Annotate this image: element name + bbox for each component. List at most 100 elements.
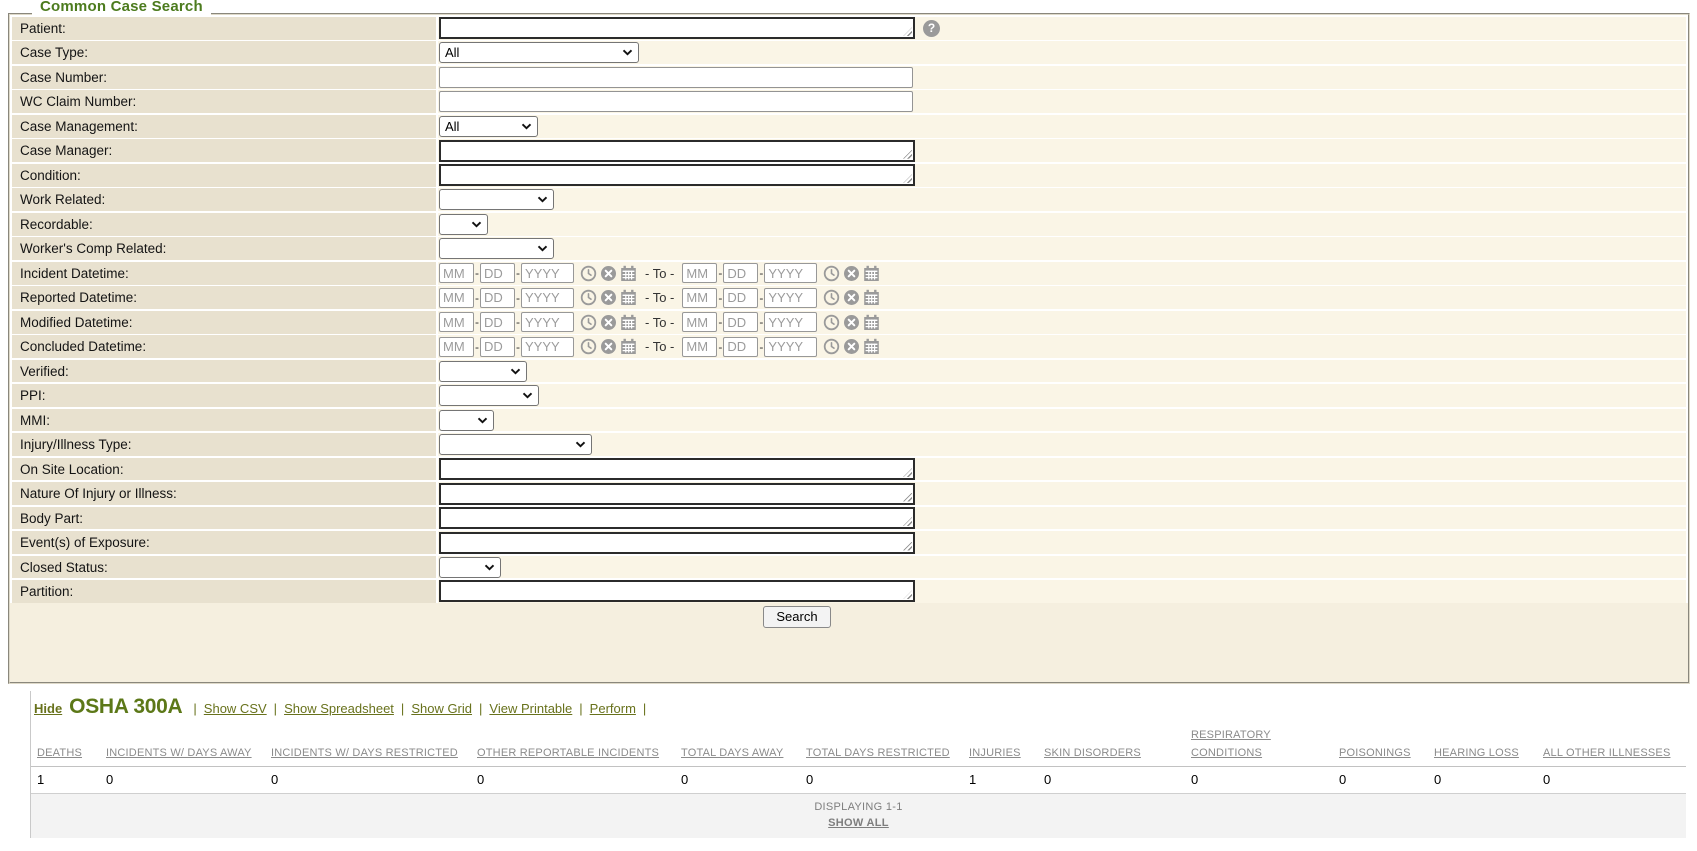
concluded-datetime-to-mm-input[interactable]	[682, 336, 718, 357]
case-type-select[interactable]: All	[439, 42, 639, 64]
calendar-icon[interactable]	[620, 265, 637, 282]
clear-date-icon[interactable]	[843, 265, 860, 282]
concluded-datetime-from-mm-input[interactable]	[439, 336, 474, 357]
calendar-icon[interactable]	[620, 314, 637, 331]
calendar-icon[interactable]	[863, 338, 880, 355]
case-management-select[interactable]: All	[439, 115, 538, 137]
sort-link-hearing-loss[interactable]: HEARING LOSS	[1434, 747, 1519, 759]
time-picker-icon[interactable]	[580, 265, 597, 282]
clear-date-icon[interactable]	[600, 338, 617, 355]
clear-date-icon[interactable]	[600, 289, 617, 306]
reported-datetime-to-yyyy-input[interactable]	[764, 287, 818, 308]
concluded-datetime-from-yyyy-input[interactable]	[521, 336, 574, 357]
sort-link-total-days-away[interactable]: TOTAL DAYS AWAY	[681, 747, 783, 759]
clear-date-icon[interactable]	[843, 289, 860, 306]
sort-link-respiratory-conditions[interactable]: RESPIRATORY CONDITIONS	[1191, 729, 1271, 759]
body-part-textarea-field[interactable]	[441, 509, 913, 528]
time-picker-icon[interactable]	[823, 289, 840, 306]
verified-select[interactable]	[439, 360, 527, 382]
mmi-select[interactable]	[439, 409, 494, 431]
modified-datetime-from-mm-input[interactable]	[439, 312, 474, 333]
modified-datetime-to-dd-input[interactable]	[723, 312, 759, 333]
recordable-select[interactable]	[439, 213, 488, 235]
osha-link-show-grid[interactable]: Show Grid	[411, 701, 472, 716]
patient-textarea[interactable]	[439, 17, 915, 40]
wc-claim-number-input[interactable]	[439, 91, 913, 113]
case-manager-textarea-field[interactable]	[441, 141, 913, 160]
reported-datetime-from-mm-input[interactable]	[439, 287, 474, 308]
time-picker-icon[interactable]	[580, 289, 597, 306]
reported-datetime-to-dd-input[interactable]	[723, 287, 759, 308]
sort-link-incidents-w-days-restricted[interactable]: INCIDENTS W/ DAYS RESTRICTED	[271, 747, 458, 759]
clear-date-icon[interactable]	[600, 265, 617, 282]
show-all-link[interactable]: SHOW ALL	[828, 817, 889, 829]
clear-date-icon[interactable]	[843, 314, 860, 331]
search-button[interactable]: Search	[763, 605, 831, 628]
body-part-textarea[interactable]	[439, 507, 915, 530]
concluded-datetime-to-yyyy-input[interactable]	[764, 336, 818, 357]
reported-datetime-to-mm-input[interactable]	[682, 287, 718, 308]
sort-link-other-reportable-incidents[interactable]: OTHER REPORTABLE INCIDENTS	[477, 747, 659, 759]
sort-link-incidents-w-days-away[interactable]: INCIDENTS W/ DAYS AWAY	[106, 747, 252, 759]
case-number-input[interactable]	[439, 66, 913, 88]
hide-link[interactable]: Hide	[34, 701, 62, 716]
modified-datetime-from-yyyy-input[interactable]	[521, 312, 574, 333]
concluded-datetime-to-dd-input[interactable]	[723, 336, 759, 357]
modified-datetime-to-yyyy-input[interactable]	[764, 312, 818, 333]
help-icon[interactable]: ?	[923, 19, 940, 37]
partition-textarea-field[interactable]	[441, 582, 913, 601]
calendar-icon[interactable]	[863, 314, 880, 331]
workers-comp-related-select[interactable]	[439, 238, 554, 260]
calendar-icon[interactable]	[863, 289, 880, 306]
time-picker-icon[interactable]	[823, 338, 840, 355]
clear-date-icon[interactable]	[600, 314, 617, 331]
incident-datetime-to-yyyy-input[interactable]	[764, 263, 818, 284]
time-picker-icon[interactable]	[823, 265, 840, 282]
modified-datetime-to-mm-input[interactable]	[682, 312, 718, 333]
concluded-datetime-from-dd-input[interactable]	[480, 336, 515, 357]
on-site-location-textarea[interactable]	[439, 458, 915, 481]
partition-textarea[interactable]	[439, 580, 915, 603]
sort-link-skin-disorders[interactable]: SKIN DISORDERS	[1044, 747, 1141, 759]
ppi-select[interactable]	[439, 385, 539, 407]
date-dash-separator: -	[759, 315, 764, 330]
time-picker-icon[interactable]	[580, 314, 597, 331]
sort-link-deaths[interactable]: DEATHS	[37, 747, 82, 759]
reported-datetime-from-yyyy-input[interactable]	[521, 287, 574, 308]
sort-link-injuries[interactable]: INJURIES	[969, 747, 1021, 759]
patient-textarea-field[interactable]	[441, 19, 913, 38]
calendar-icon[interactable]	[863, 265, 880, 282]
osha-link-perform[interactable]: Perform	[590, 701, 636, 716]
osha-link-show-spreadsheet[interactable]: Show Spreadsheet	[284, 701, 394, 716]
sort-link-total-days-restricted[interactable]: TOTAL DAYS RESTRICTED	[806, 747, 950, 759]
condition-textarea-field[interactable]	[441, 166, 913, 185]
incident-datetime-from-mm-input[interactable]	[439, 263, 474, 284]
events-of-exposure-textarea[interactable]	[439, 531, 915, 554]
incident-datetime-to-dd-input[interactable]	[723, 263, 759, 284]
clear-date-icon[interactable]	[843, 338, 860, 355]
osha-link-view-printable[interactable]: View Printable	[489, 701, 572, 716]
time-picker-icon[interactable]	[823, 314, 840, 331]
events-of-exposure-textarea-field[interactable]	[441, 533, 913, 552]
incident-datetime-from-dd-input[interactable]	[480, 263, 515, 284]
sort-link-all-other-illnesses[interactable]: ALL OTHER ILLNESSES	[1543, 747, 1671, 759]
incident-datetime-to-mm-input[interactable]	[682, 263, 718, 284]
reported-datetime-from-dd-input[interactable]	[480, 287, 515, 308]
date-dash-separator: -	[475, 315, 479, 330]
incident-datetime-from-yyyy-input[interactable]	[521, 263, 574, 284]
injury-illness-type-select[interactable]	[439, 434, 592, 456]
nature-of-injury-or-illness-textarea-field[interactable]	[441, 484, 913, 503]
condition-textarea[interactable]	[439, 164, 915, 187]
case-manager-textarea[interactable]	[439, 139, 915, 162]
on-site-location-textarea-field[interactable]	[441, 460, 913, 479]
form-row-closed-status: Closed Status:	[12, 555, 1686, 579]
work-related-select[interactable]	[439, 189, 554, 211]
osha-link-show-csv[interactable]: Show CSV	[204, 701, 267, 716]
modified-datetime-from-dd-input[interactable]	[480, 312, 515, 333]
time-picker-icon[interactable]	[580, 338, 597, 355]
calendar-icon[interactable]	[620, 338, 637, 355]
closed-status-select[interactable]	[439, 556, 501, 578]
calendar-icon[interactable]	[620, 289, 637, 306]
nature-of-injury-or-illness-textarea[interactable]	[439, 482, 915, 505]
sort-link-poisonings[interactable]: POISONINGS	[1339, 747, 1411, 759]
